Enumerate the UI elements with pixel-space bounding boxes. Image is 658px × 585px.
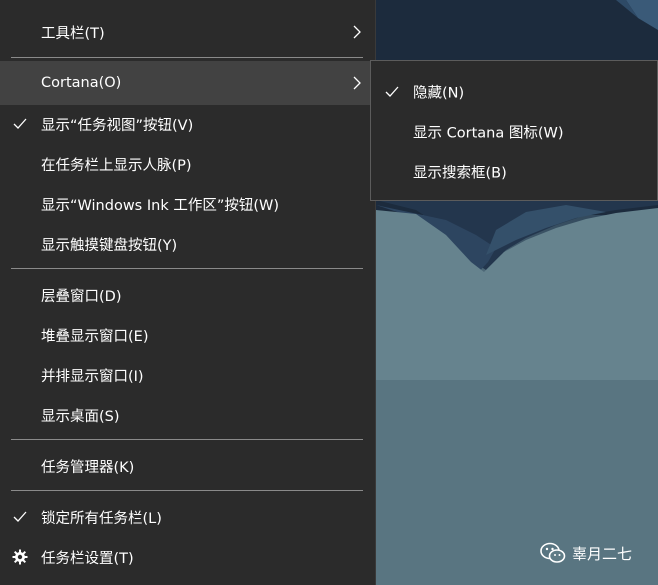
menu-item-label: 显示“任务视图”按钮(V) — [41, 117, 194, 134]
menu-item-stack-windows[interactable]: 堆叠显示窗口(E) — [0, 315, 375, 355]
menu-item-show-desktop[interactable]: 显示桌面(S) — [0, 395, 375, 435]
menu-item-task-manager[interactable]: 任务管理器(K) — [0, 446, 375, 486]
menu-item-label: 层叠窗口(D) — [41, 288, 122, 305]
menu-item-label: 显示触摸键盘按钮(Y) — [41, 237, 178, 254]
menu-item-cascade-windows[interactable]: 层叠窗口(D) — [0, 275, 375, 315]
menu-item-label: 锁定所有任务栏(L) — [41, 510, 162, 527]
gear-icon — [12, 549, 28, 565]
submenu-item-label: 显示 Cortana 图标(W) — [413, 125, 564, 142]
watermark-text: 辜月二七 — [572, 544, 633, 563]
submenu-item-hidden[interactable]: 隐藏(N) — [371, 72, 657, 112]
submenu-item-show-search-box[interactable]: 显示搜索框(B) — [371, 152, 657, 192]
checkmark-icon — [13, 118, 27, 129]
submenu-item-show-cortana-icon[interactable]: 显示 Cortana 图标(W) — [371, 112, 657, 152]
checkmark-icon — [13, 511, 27, 522]
menu-item-label: 堆叠显示窗口(E) — [41, 328, 149, 345]
menu-item-show-people[interactable]: 在任务栏上显示人脉(P) — [0, 144, 375, 184]
chevron-right-icon — [353, 76, 361, 90]
menu-item-side-by-side-windows[interactable]: 并排显示窗口(I) — [0, 355, 375, 395]
menu-item-label: 任务管理器(K) — [41, 459, 135, 476]
menu-item-lock-taskbars[interactable]: 锁定所有任务栏(L) — [0, 497, 375, 537]
menu-separator — [11, 57, 363, 58]
menu-separator — [11, 439, 363, 440]
taskbar-context-menu: 工具栏(T) Cortana(O) 显示“任务视图”按钮(V) 在任务栏上显示人… — [0, 0, 376, 585]
menu-item-label: 在任务栏上显示人脉(P) — [41, 157, 192, 174]
checkmark-icon — [385, 86, 399, 97]
menu-item-label: Cortana(O) — [41, 75, 122, 91]
menu-item-cortana[interactable]: Cortana(O) — [0, 61, 375, 105]
menu-item-show-touch-keyboard[interactable]: 显示触摸键盘按钮(Y) — [0, 224, 375, 264]
menu-item-label: 并排显示窗口(I) — [41, 368, 144, 385]
menu-item-taskbar-settings[interactable]: 任务栏设置(T) — [0, 537, 375, 577]
menu-item-show-task-view-button[interactable]: 显示“任务视图”按钮(V) — [0, 104, 375, 144]
menu-item-label: 工具栏(T) — [41, 25, 105, 42]
submenu-item-label: 显示搜索框(B) — [413, 165, 507, 182]
menu-item-label: 任务栏设置(T) — [41, 550, 134, 567]
watermark: 辜月二七 — [540, 542, 632, 564]
wechat-icon — [540, 542, 566, 563]
menu-item-toolbars[interactable]: 工具栏(T) — [0, 12, 375, 52]
chevron-right-icon — [353, 25, 361, 39]
menu-item-show-windows-ink[interactable]: 显示“Windows Ink 工作区”按钮(W) — [0, 184, 375, 224]
cortana-submenu: 隐藏(N) 显示 Cortana 图标(W) 显示搜索框(B) — [370, 60, 658, 201]
menu-separator — [11, 268, 363, 269]
menu-separator — [11, 490, 363, 491]
submenu-item-label: 隐藏(N) — [413, 85, 465, 102]
menu-item-label: 显示“Windows Ink 工作区”按钮(W) — [41, 197, 279, 214]
menu-item-label: 显示桌面(S) — [41, 408, 120, 425]
